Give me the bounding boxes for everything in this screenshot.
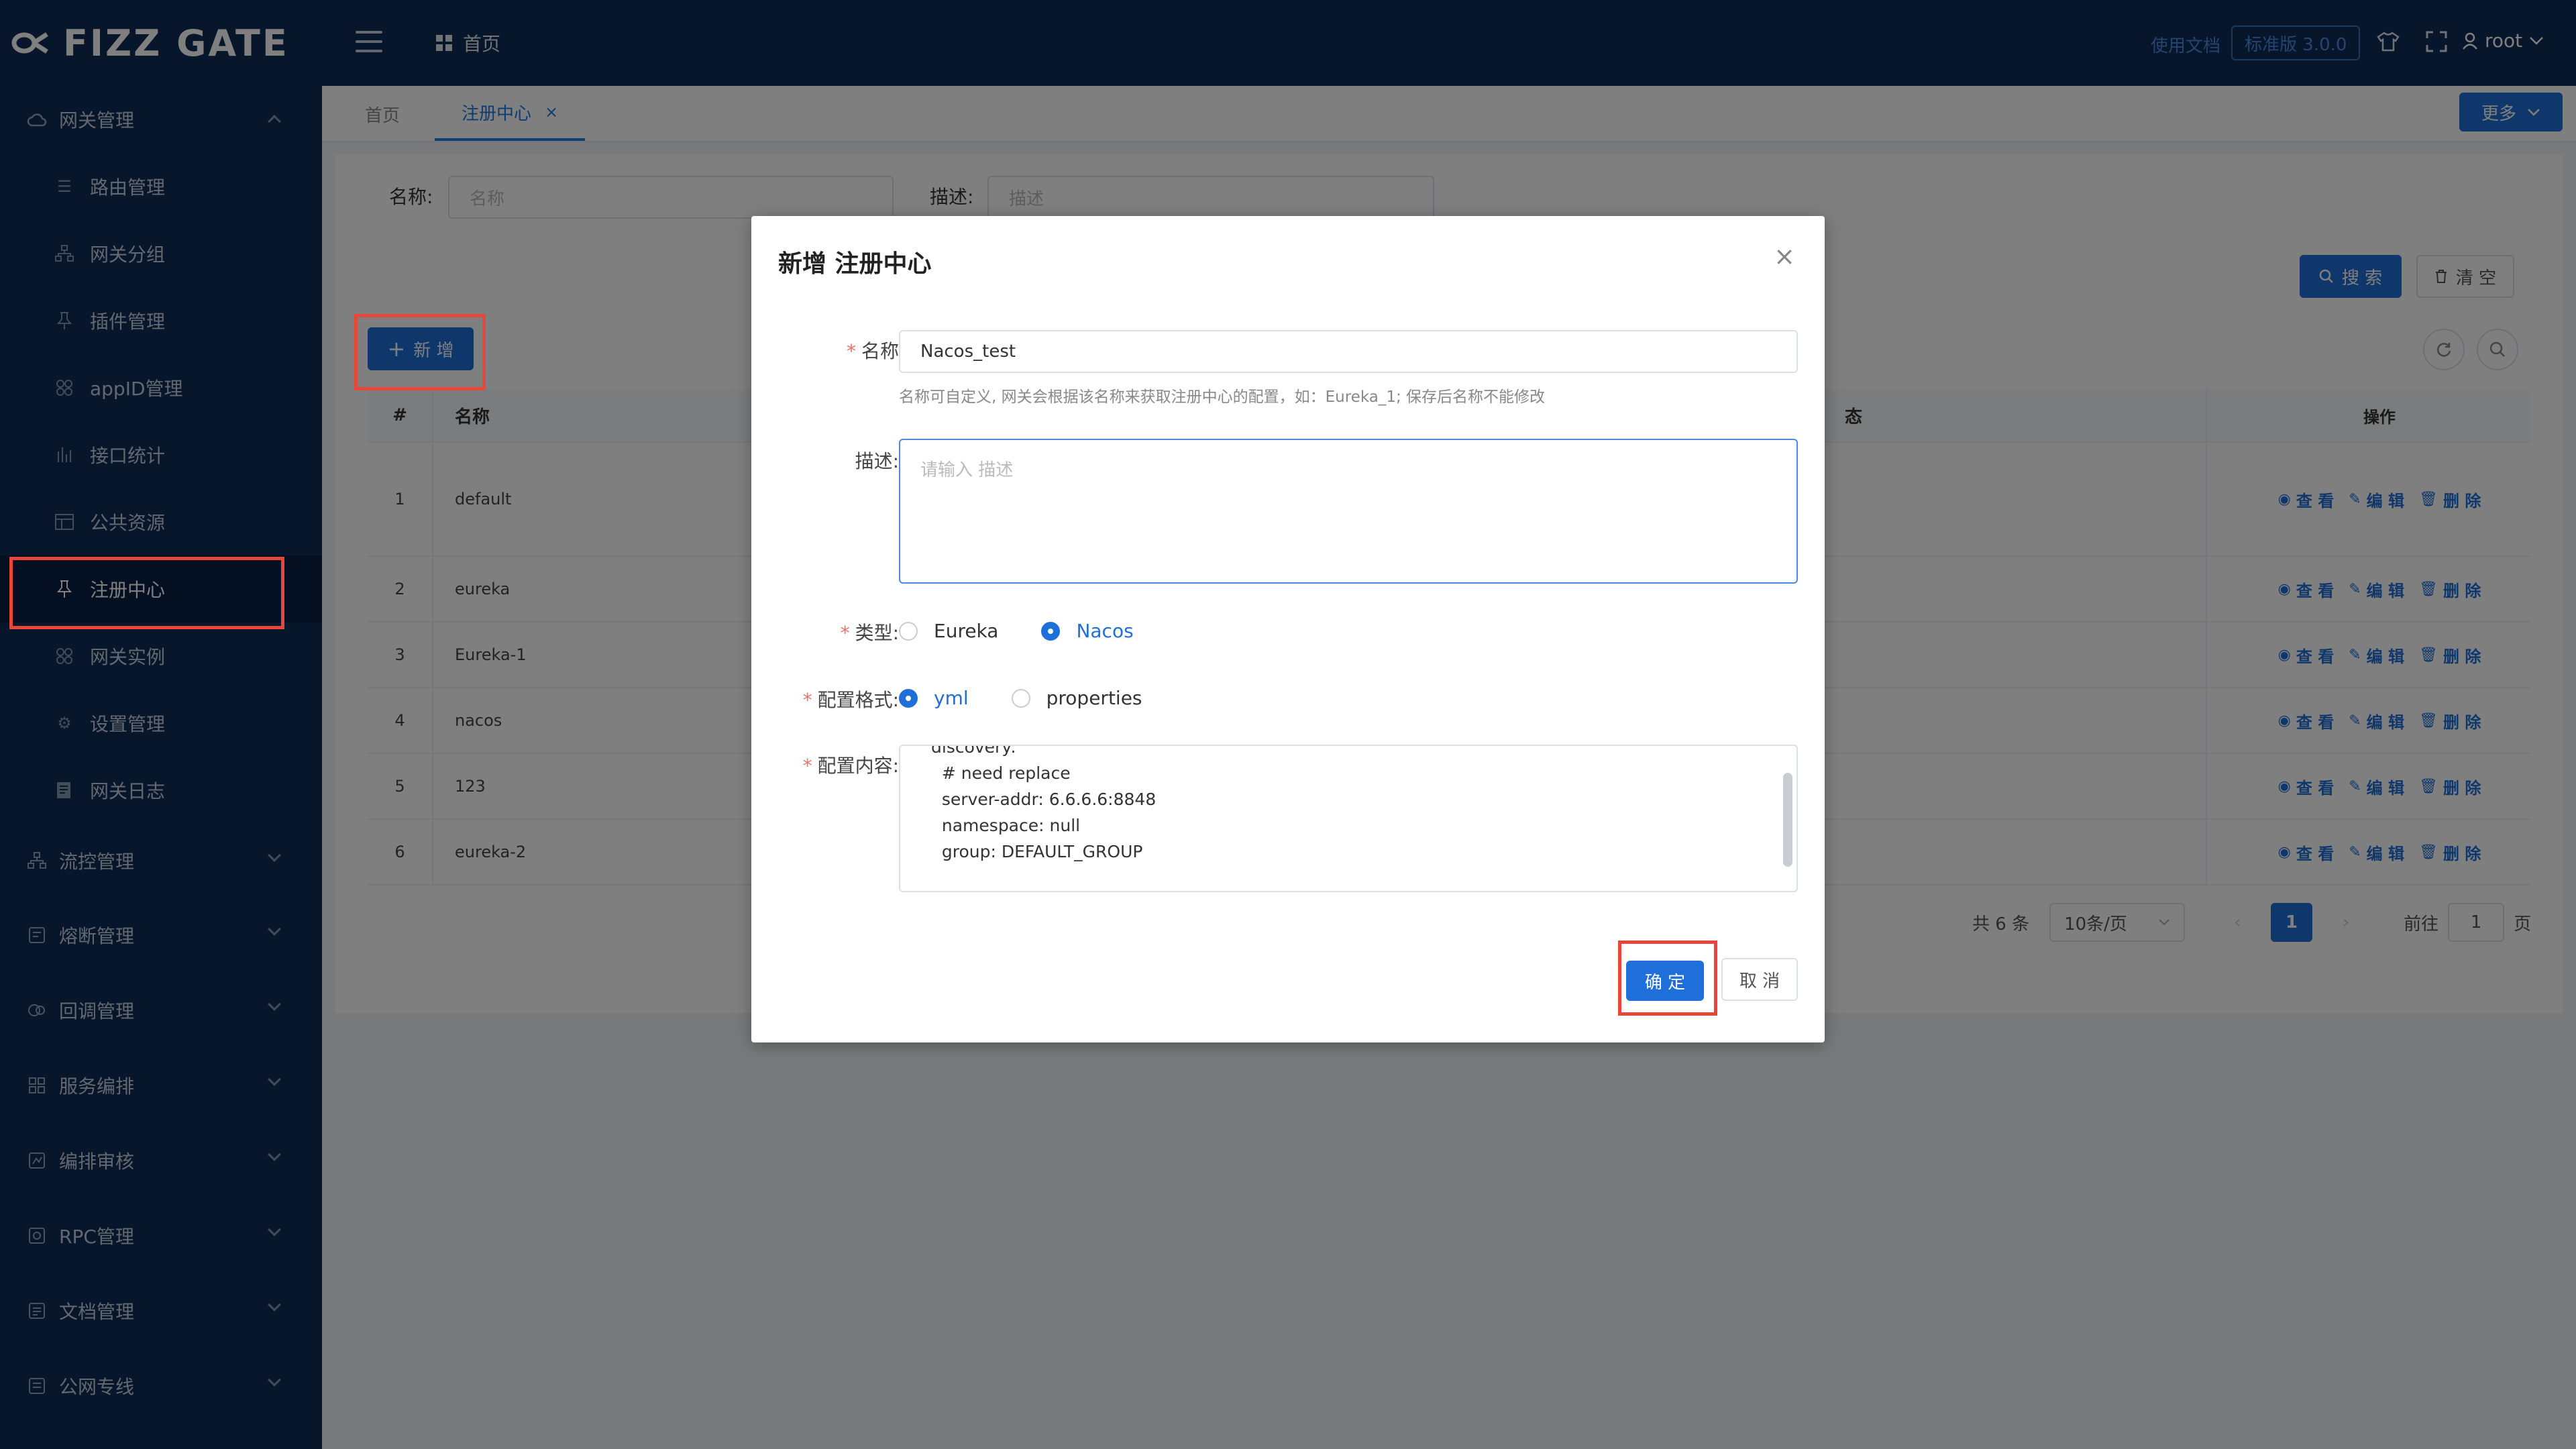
content-label: * 配置内容:: [802, 755, 899, 777]
config-content-editor[interactable]: discovery: # need replace server-addr: 6…: [899, 745, 1798, 892]
radio-dot: [899, 621, 918, 641]
code-line: server-addr: 6.6.6.6:8848: [931, 790, 1157, 809]
code-line: namespace: null: [931, 816, 1081, 835]
cancel-button[interactable]: 取 消: [1721, 958, 1798, 1001]
scrollbar[interactable]: [1783, 773, 1792, 867]
format-radio-properties[interactable]: properties: [1011, 687, 1142, 709]
format-radio-group: yml properties: [899, 687, 1185, 709]
desc-textarea[interactable]: 请输入 描述: [899, 439, 1798, 584]
format-radio-yml[interactable]: yml: [899, 687, 969, 709]
type-radio-group: Eureka Nacos: [899, 620, 1177, 642]
confirm-button[interactable]: 确 定: [1626, 961, 1704, 1001]
type-radio-eureka[interactable]: Eureka: [899, 620, 998, 642]
code-line: group: DEFAULT_GROUP: [931, 842, 1143, 861]
type-label: * 类型:: [840, 622, 899, 644]
name-label: * 名称: [846, 340, 899, 362]
type-radio-nacos[interactable]: Nacos: [1041, 620, 1134, 642]
format-label: * 配置格式:: [802, 689, 899, 711]
code-line: # need replace: [931, 763, 1071, 783]
code-line: discovery:: [931, 745, 1016, 757]
radio-dot: [1041, 621, 1061, 641]
name-hint: 名称可自定义, 网关会根据该名称来获取注册中心的配置，如：Eureka_1; 保…: [899, 388, 1546, 406]
radio-dot: [1011, 688, 1030, 708]
name-input[interactable]: Nacos_test: [899, 330, 1798, 373]
dialog-title: 新增 注册中心: [778, 250, 932, 278]
desc-label: 描述:: [855, 450, 899, 472]
code-lines: discovery: # need replace server-addr: 6…: [931, 745, 1157, 865]
close-icon[interactable]: ×: [1771, 241, 1798, 271]
radio-dot: [899, 688, 918, 708]
add-registry-dialog: 新增 注册中心 × * 名称 Nacos_test 名称可自定义, 网关会根据该名…: [751, 216, 1825, 1042]
